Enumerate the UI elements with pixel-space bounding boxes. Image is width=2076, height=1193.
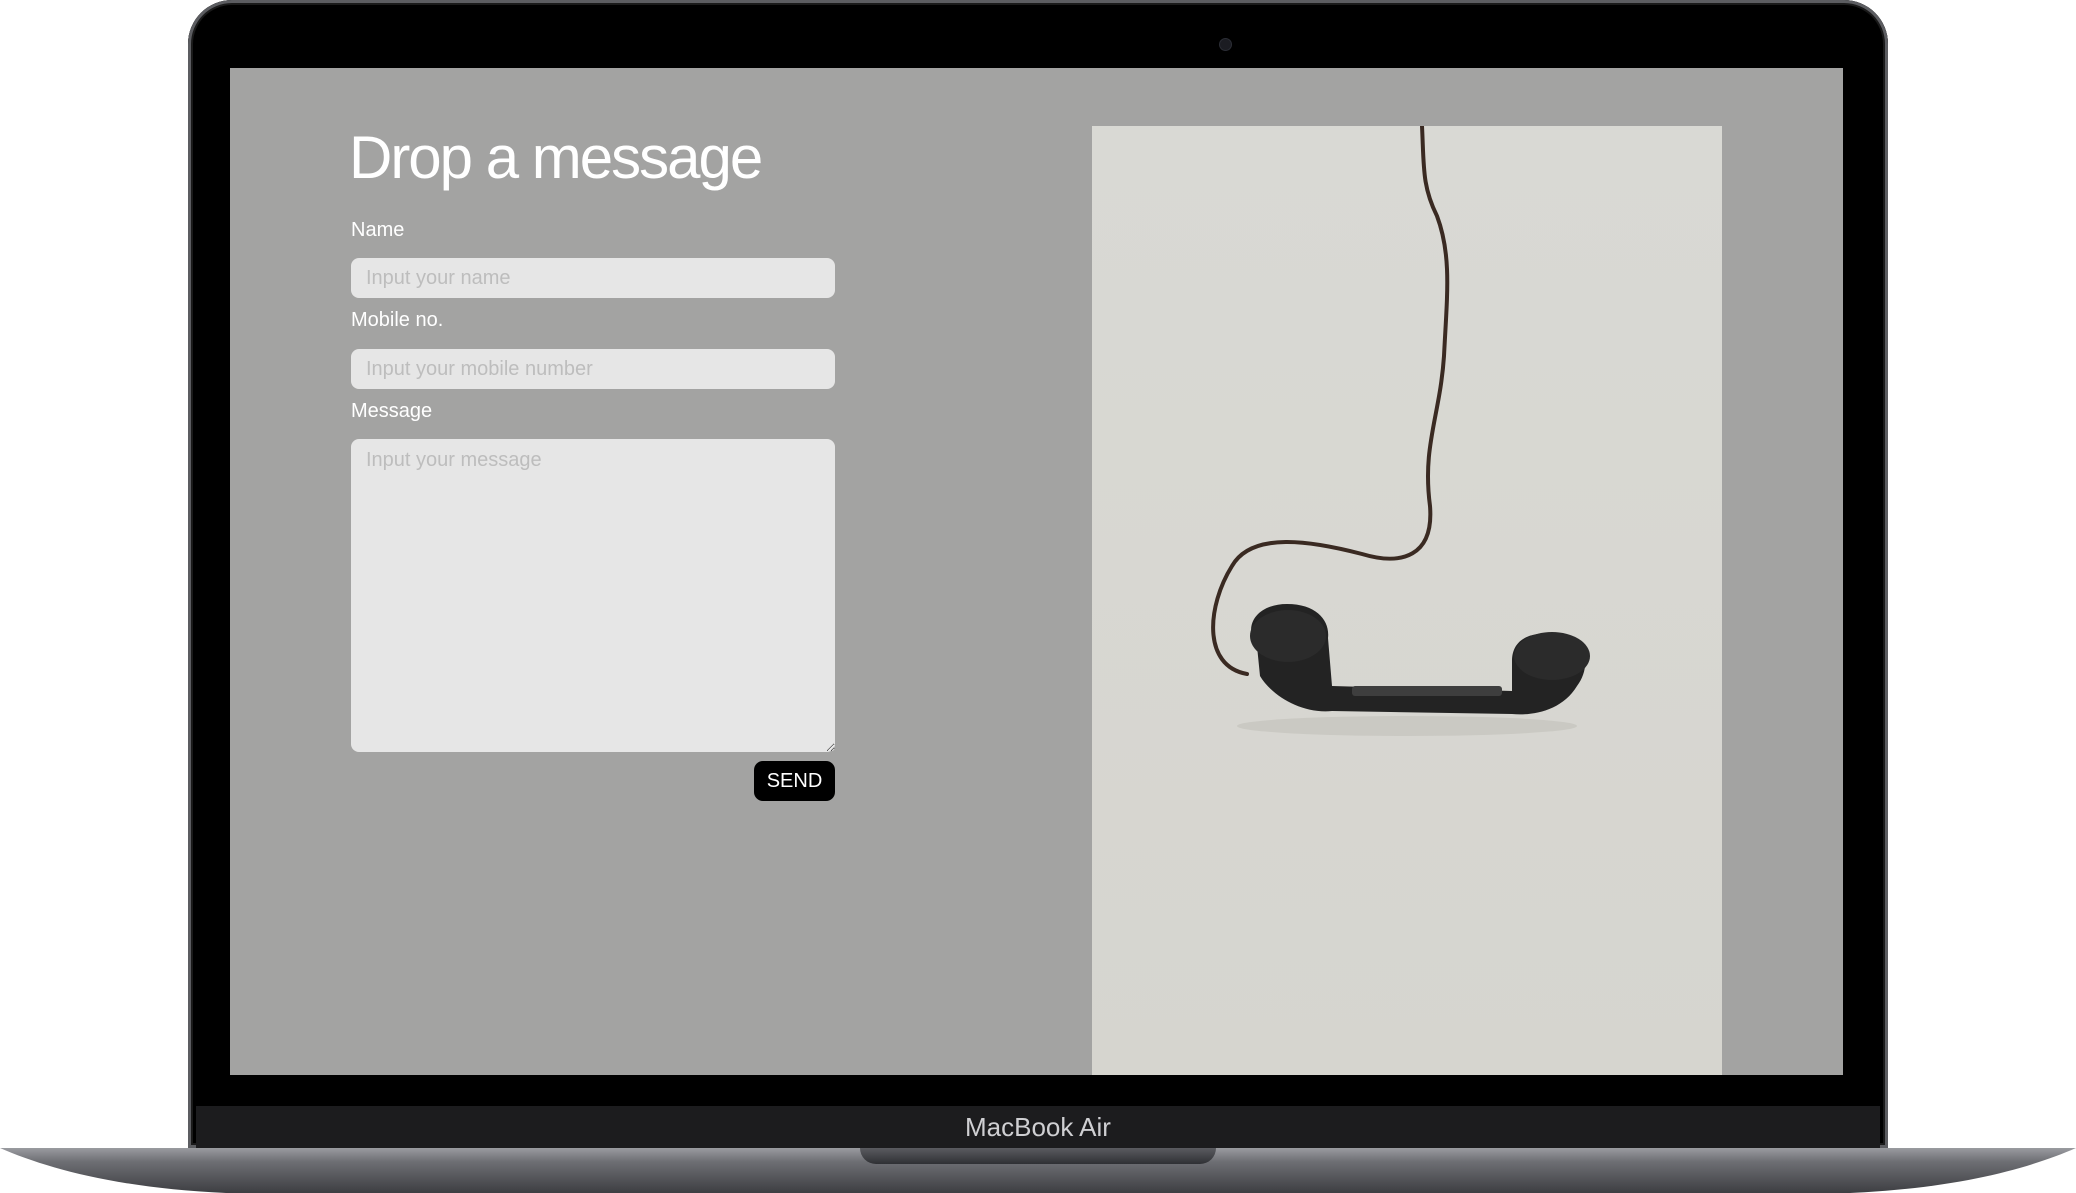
screen: Drop a message Name Mobile no. Message S… (230, 68, 1843, 1075)
send-button[interactable]: SEND (754, 761, 835, 801)
name-input[interactable] (351, 258, 835, 298)
laptop-hinge-notch (860, 1148, 1216, 1164)
telephone-handset-icon (1211, 126, 1590, 736)
mobile-input[interactable] (351, 349, 835, 389)
camera-icon (1219, 38, 1232, 51)
message-label: Message (351, 400, 433, 422)
mobile-label: Mobile no. (351, 309, 444, 331)
message-textarea[interactable] (351, 439, 835, 752)
brand-label: MacBook Air (965, 1112, 1111, 1142)
telephone-handset-image (1092, 126, 1722, 1075)
page-title: Drop a message (349, 124, 763, 191)
name-label: Name (351, 219, 405, 241)
